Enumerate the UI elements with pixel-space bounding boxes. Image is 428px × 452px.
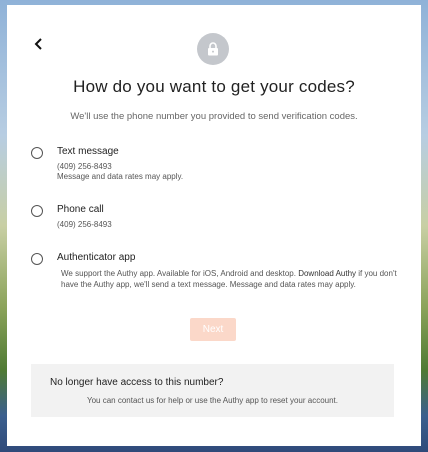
option-text-message[interactable]: Text message (409) 256-8493 Message and … [31,146,401,186]
download-authy-link[interactable]: Download Authy [298,269,356,278]
help-title: No longer have access to this number? [50,377,224,388]
verification-method-card: How do you want to get your codes? We'll… [7,5,421,446]
phone-call-radio[interactable] [31,205,43,217]
chevron-left-icon [34,38,42,50]
option-phone: (409) 256-8493 [57,220,112,229]
page-subtitle: We'll use the phone number you provided … [70,111,358,122]
help-text-part: You can contact us for help or use the [87,396,223,405]
back-button[interactable] [31,36,47,52]
option-authenticator-app[interactable]: Authenticator app We support the Authy a… [31,252,401,292]
authenticator-app-radio[interactable] [31,253,43,265]
option-note: Message and data rates may apply. [57,172,184,181]
option-label: Authenticator app [57,252,136,263]
option-label: Text message [57,146,119,157]
help-text: You can contact us for help or use the A… [31,396,394,405]
lock-icon [208,42,218,56]
authy-app-link[interactable]: Authy app [223,396,259,405]
help-text-part: to reset your account. [258,396,338,405]
page-title: How do you want to get your codes? [73,77,355,96]
text-message-radio[interactable] [31,147,43,159]
description-text: We support the Authy app. Available for … [61,269,299,278]
option-phone: (409) 256-8493 [57,162,112,171]
next-button[interactable]: Next [190,318,236,341]
lock-badge [197,33,229,65]
option-label: Phone call [57,204,104,215]
option-phone-call[interactable]: Phone call (409) 256-8493 [31,204,401,232]
help-box: No longer have access to this number? Yo… [31,364,394,417]
option-description: We support the Authy app. Available for … [61,268,397,290]
